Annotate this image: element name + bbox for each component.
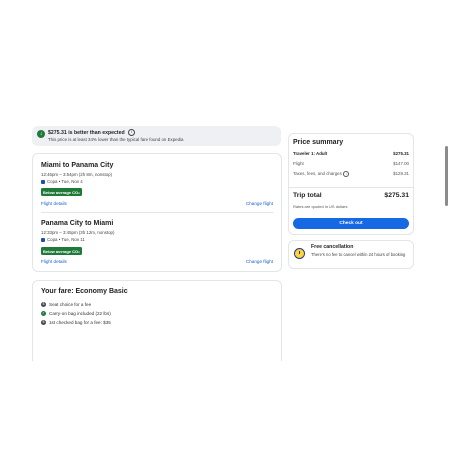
leg-1-times: 12:46pm – 3:54pm (2h 8m, nonstop)	[41, 172, 113, 177]
leg-2-title: Panama City to Miami	[41, 220, 114, 227]
flights-card: Miami to Panama City 12:46pm – 3:54pm (2…	[32, 153, 282, 272]
dollar-icon: $	[41, 320, 46, 326]
flight-row: Flight $147.00	[293, 161, 409, 166]
check-icon: ✓	[41, 311, 46, 317]
fare-item-carry-on: ✓ Carry-on bag included (22 lbs)	[41, 311, 111, 317]
check-out-button[interactable]: Check out	[293, 218, 409, 229]
fare-item-checked-bag: $1st checked bag for a fee: $35	[41, 320, 111, 326]
currency-note: Rates are quoted in US dollars	[293, 204, 348, 209]
leg-1-title: Miami to Panama City	[41, 162, 114, 169]
leg-1-change-flight-link[interactable]: Change flight	[246, 201, 273, 206]
leg-1-airline: Copa • Tue, Nov 4	[41, 179, 83, 184]
leg-2-airline: Copa • Tue, Nov 11	[41, 237, 85, 242]
copa-logo-icon	[41, 179, 45, 184]
cancellation-title: Free cancellation	[311, 244, 354, 250]
fare-card: Your fare: Economy Basic $ Seat choice fo…	[32, 280, 282, 361]
fare-item-seat: $ Seat choice for a fee	[41, 302, 92, 308]
traveler-row: Traveler 1: Adult $275.31	[293, 151, 409, 156]
leg-1-co2-badge: Below average CO₂	[41, 188, 82, 196]
free-cancellation-card: Free cancellation There's no fee to canc…	[288, 240, 414, 269]
leg-1-flight-details-link[interactable]: Flight details	[41, 201, 67, 206]
price-summary-title: Price summary	[293, 139, 344, 146]
dollar-icon: $	[41, 302, 46, 308]
leg-2-flight-details-link[interactable]: Flight details	[41, 259, 67, 264]
thumbs-down-price-icon: ↓	[37, 130, 45, 138]
trip-total-row: Trip total $275.31	[293, 192, 409, 199]
divider	[289, 187, 413, 188]
deal-subtext: This price is at least 34% lower than th…	[48, 137, 184, 142]
info-icon[interactable]: i	[343, 171, 350, 177]
cancellation-text: There's no fee to cancel within 24 hours…	[311, 251, 406, 257]
clock-icon	[294, 248, 305, 259]
deal-headline: $275.31 is better than expected i	[48, 129, 135, 136]
taxes-row: Taxes, fees, and charges i $128.31	[293, 171, 409, 177]
leg-2-times: 12:33pm – 3:45pm (3h 12m, nonstop)	[41, 230, 115, 235]
scrollbar[interactable]	[445, 146, 448, 206]
leg-2-co2-badge: Below average CO₂	[41, 247, 82, 255]
info-icon[interactable]: i	[127, 129, 135, 136]
price-summary-card: Price summary Traveler 1: Adult $275.31 F…	[288, 133, 414, 235]
copa-logo-icon	[41, 237, 45, 242]
deal-banner: ↓ $275.31 is better than expected i This …	[32, 126, 281, 146]
fare-title: Your fare: Economy Basic	[41, 288, 128, 295]
divider	[41, 212, 273, 213]
leg-2-change-flight-link[interactable]: Change flight	[246, 259, 273, 264]
